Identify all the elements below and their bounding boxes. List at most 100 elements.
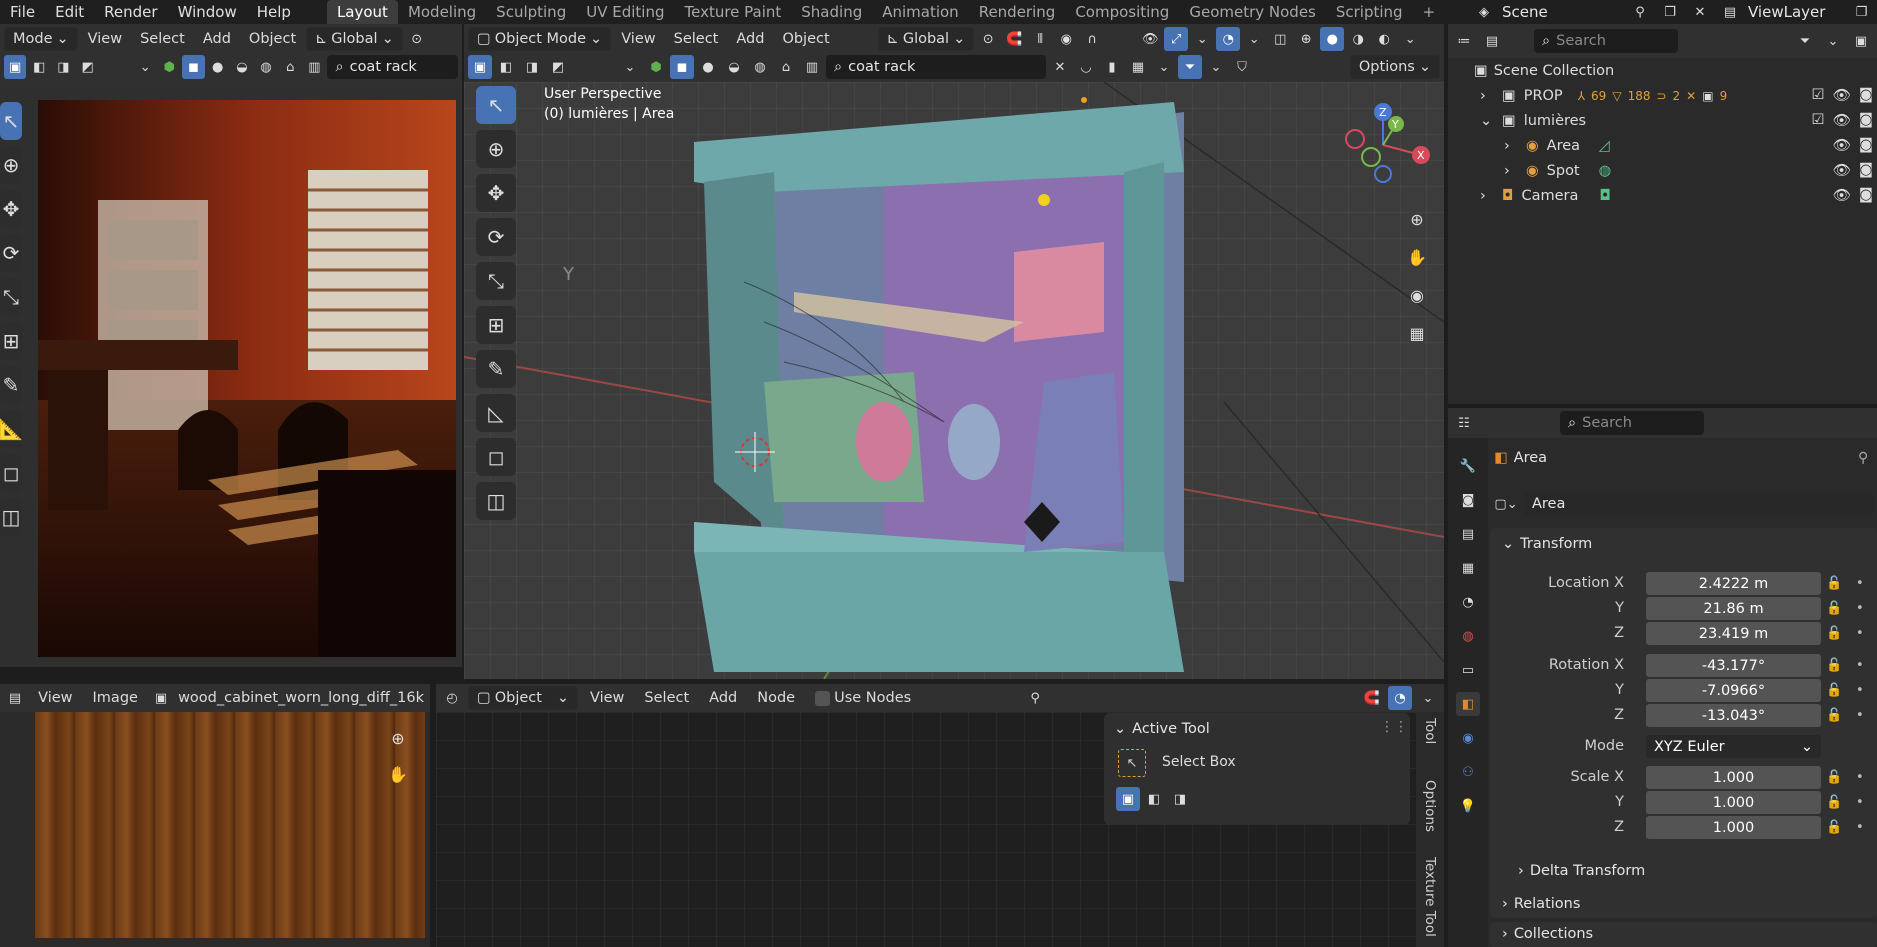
node-menu-view[interactable]: View <box>582 686 632 710</box>
3d-viewport[interactable]: Y User Perspective (0) lumières | Area ↖… <box>464 82 1444 679</box>
image-file-name[interactable]: wood_cabinet_worn_long_diff_16k <box>176 686 426 710</box>
annotate-tool-icon[interactable]: ✎ <box>0 366 22 404</box>
drag-handle-icon[interactable]: ⋮⋮ <box>1380 719 1408 735</box>
menu-help[interactable]: Help <box>247 0 301 24</box>
eye-icon[interactable]: 👁 <box>1833 137 1851 154</box>
tab-layout[interactable]: Layout <box>326 0 398 24</box>
tab-scripting[interactable]: Scripting <box>1326 0 1413 24</box>
rotation-y-field[interactable]: -7.0966° <box>1646 679 1821 702</box>
pin-icon[interactable]: ⚲ <box>1858 450 1868 466</box>
checkbox-icon[interactable]: ☑ <box>1812 87 1825 104</box>
rendered-shading-icon[interactable]: ◐ <box>1372 27 1396 51</box>
scale-z-field[interactable]: 1.000 <box>1646 816 1821 839</box>
solid-shading-icon[interactable]: ● <box>1320 27 1345 51</box>
left-menu-object[interactable]: Object <box>241 27 304 51</box>
left-mode-dropdown[interactable]: Mode ⌄ <box>4 27 78 51</box>
camera-icon[interactable]: ◙ <box>1859 87 1873 104</box>
tab-compositing[interactable]: Compositing <box>1065 0 1179 24</box>
add-cube-tool-icon[interactable]: ◻ <box>476 438 516 476</box>
layout-icon[interactable]: ▦ <box>1126 55 1150 79</box>
bookmark-icon[interactable]: ▮ <box>1100 55 1124 79</box>
outliner-row-prop[interactable]: › ▣ PROP ⅄ 69 ▽ 188 ⊃ 2 ✕ ▣ 9 ☑ 👁 ◙ <box>1480 83 1877 108</box>
rotation-x-field[interactable]: -43.177° <box>1646 654 1821 677</box>
left-search-field[interactable]: ⌕ coat rack <box>327 55 459 79</box>
tab-shading[interactable]: Shading <box>791 0 872 24</box>
menu-window[interactable]: Window <box>168 0 247 24</box>
view-layer-copy-icon[interactable]: ❐ <box>1849 0 1873 24</box>
side-tab-tool[interactable]: Tool <box>1422 718 1438 744</box>
falloff-icon[interactable]: ∩ <box>1080 27 1104 51</box>
physics-properties-icon[interactable]: ◉ <box>1456 726 1480 750</box>
color-cube-icon[interactable]: ⬢ <box>644 55 668 79</box>
display-icon[interactable]: ▥ <box>303 55 325 79</box>
select-tool-icon[interactable]: ↖ <box>0 102 22 140</box>
options-dropdown[interactable]: Options ⌄ <box>1349 55 1440 79</box>
select-extend-icon[interactable]: ◧ <box>1142 787 1166 811</box>
select-invert-icon[interactable]: ◩ <box>546 55 570 79</box>
tab-modeling[interactable]: Modeling <box>398 0 486 24</box>
shading-render-icon[interactable]: ◍ <box>255 55 277 79</box>
scale-tool-icon[interactable]: ⤡ <box>0 278 22 316</box>
select-extend-icon[interactable]: ◧ <box>28 55 50 79</box>
collections-panel-header[interactable]: › Collections <box>1502 926 1593 942</box>
outliner-search-field[interactable]: ⌕ Search <box>1534 29 1678 53</box>
lock-icon[interactable]: 🔓 <box>1826 770 1842 785</box>
lock-icon[interactable]: 🔓 <box>1826 601 1842 616</box>
orientation-dropdown[interactable]: ⊾ Global ⌄ <box>877 27 975 51</box>
menu-select[interactable]: Select <box>666 27 727 51</box>
outliner-row-camera[interactable]: › ◘ Camera ◘ 👁 ◙ <box>1480 183 1877 208</box>
outliner-row-area[interactable]: › ◉ Area ◿ 👁 ◙ <box>1504 133 1877 158</box>
scale-y-field[interactable]: 1.000 <box>1646 791 1821 814</box>
scene-name[interactable]: Scene <box>1502 3 1622 21</box>
view-layer-properties-icon[interactable]: ▦ <box>1456 556 1480 580</box>
eye-icon[interactable]: 👁 <box>1833 112 1851 129</box>
select-subtract-icon[interactable]: ◨ <box>520 55 544 79</box>
keyframe-dot-icon[interactable]: • <box>1856 795 1864 810</box>
view-layer-name[interactable]: ViewLayer <box>1748 3 1825 21</box>
snap-target-icon[interactable]: ⦀ <box>1028 27 1052 51</box>
overlay-dropdown-icon[interactable]: ⌄ <box>1242 27 1266 51</box>
shading-matcap-icon[interactable]: ● <box>207 55 229 79</box>
eye-icon[interactable]: 👁 <box>1833 162 1851 179</box>
shield-icon[interactable]: ⛉ <box>1230 55 1254 79</box>
location-y-field[interactable]: 21.86 m <box>1646 597 1821 620</box>
lock-icon[interactable]: 🔓 <box>1826 795 1842 810</box>
use-nodes-checkbox[interactable]: Use Nodes <box>807 686 919 710</box>
image-browse-icon[interactable]: ▣ <box>150 686 172 710</box>
tool-settings-icon[interactable]: 🔧 <box>1456 454 1480 478</box>
constraints-properties-icon[interactable]: ⚇ <box>1456 760 1480 784</box>
move-tool-icon[interactable]: ✥ <box>476 174 516 212</box>
keyframe-dot-icon[interactable]: • <box>1856 626 1864 641</box>
ortho-grid-icon[interactable]: ▦ <box>1402 318 1432 348</box>
tab-rendering[interactable]: Rendering <box>969 0 1066 24</box>
editor-type-icon[interactable]: ▤ <box>4 686 26 710</box>
overlay-toggle-icon[interactable]: ◔ <box>1216 27 1241 51</box>
left-menu-view[interactable]: View <box>80 27 130 51</box>
editor-type-icon[interactable]: ◴ <box>440 686 464 710</box>
node-menu-select[interactable]: Select <box>636 686 697 710</box>
viewport-overlay-icon[interactable]: ⌄ <box>134 55 156 79</box>
node-menu-add[interactable]: Add <box>701 686 745 710</box>
rotate-tool-icon[interactable]: ⟳ <box>0 234 22 272</box>
pan-hand-icon[interactable]: ✋ <box>386 762 410 786</box>
curve-icon[interactable]: ◡ <box>1074 55 1098 79</box>
select-subtract-icon[interactable]: ◨ <box>52 55 74 79</box>
outliner-row-scene-collection[interactable]: ▣ Scene Collection <box>1474 58 1614 83</box>
camera-icon[interactable]: ◙ <box>1859 162 1873 179</box>
camera-view-icon[interactable]: ◉ <box>1402 280 1432 310</box>
select-extend-icon[interactable]: ◧ <box>494 55 518 79</box>
add-object-tool-icon[interactable]: ◫ <box>0 498 22 536</box>
scene-icon[interactable]: ◈ <box>1472 0 1496 24</box>
select-subtract-icon[interactable]: ◨ <box>1168 787 1192 811</box>
cursor-tool-icon[interactable]: ⊕ <box>0 146 22 184</box>
filter-dropdown-icon[interactable]: ⌄ <box>618 55 642 79</box>
lock-icon[interactable]: 🔓 <box>1826 683 1842 698</box>
transform-panel-header[interactable]: ⌄ Transform <box>1502 536 1592 552</box>
camera-icon[interactable]: ⌂ <box>774 55 798 79</box>
left-menu-add[interactable]: Add <box>195 27 239 51</box>
color-cube-icon[interactable]: ⬢ <box>158 55 180 79</box>
measure-tool-icon[interactable]: 📐 <box>0 410 23 448</box>
object-properties-icon[interactable]: ◧ <box>1456 692 1480 716</box>
add-object-tool-icon[interactable]: ◫ <box>476 482 516 520</box>
location-x-field[interactable]: 2.4222 m <box>1646 572 1821 595</box>
